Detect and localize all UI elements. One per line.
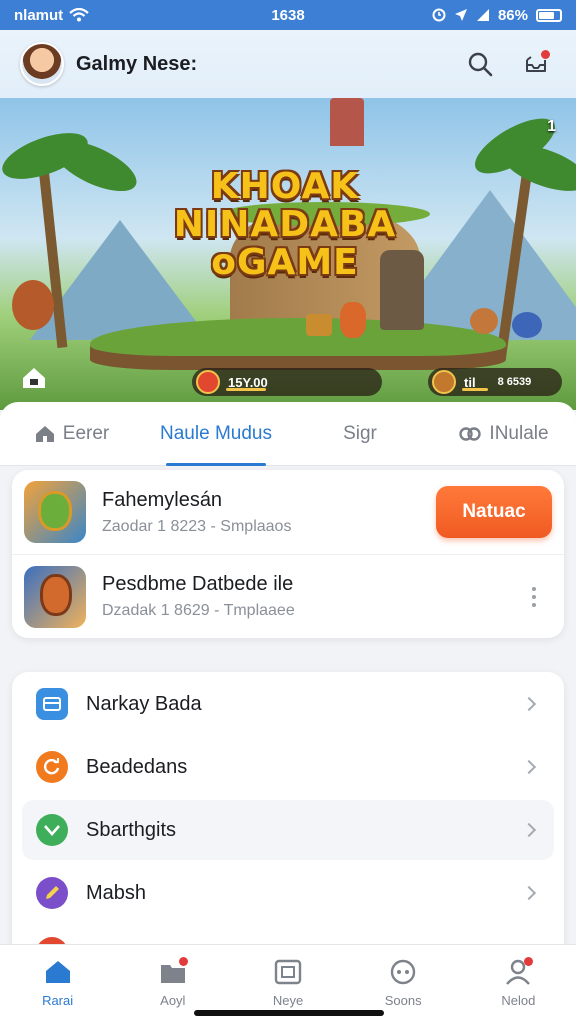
house-icon	[23, 368, 45, 388]
title-line: KHOAK	[210, 166, 360, 207]
nav-item-rarai[interactable]: Rarai	[0, 945, 115, 1024]
tab-label: INulale	[489, 422, 549, 444]
coin-badge-icon	[432, 370, 456, 394]
avatar[interactable]	[20, 42, 64, 86]
menu-label: Beadedans	[86, 755, 188, 778]
game-title: Fahemylesán	[102, 488, 223, 511]
notification-dot	[178, 957, 188, 966]
link-icon	[459, 426, 482, 441]
notification-dot	[541, 50, 550, 59]
wifi-icon	[69, 8, 89, 22]
chevron-right-icon	[521, 696, 537, 712]
menu-item-sbarthgits[interactable]: Sbarthgits	[22, 800, 554, 860]
alarm-icon	[432, 8, 446, 22]
banner-tag: 1	[547, 118, 556, 135]
menu-item-narkay-bada[interactable]: Narkay Bada	[22, 674, 554, 734]
image-icon	[273, 957, 303, 987]
nav-label: Rarai	[42, 993, 74, 1008]
nav-label: Soons	[384, 993, 422, 1008]
app-header: Galmy Nese:	[0, 30, 576, 98]
house-icon	[35, 425, 54, 442]
menu-label: Narkay Bada	[86, 692, 202, 715]
hud-value: 8 6539	[497, 376, 532, 388]
bottom-navigation: Rarai Aoyl Neye Soons Nelod	[0, 944, 576, 1024]
gamepad-icon	[388, 957, 418, 987]
tab-label: Naule Mudus	[160, 422, 272, 444]
chevron-right-icon	[521, 885, 537, 901]
hud-bar	[226, 388, 266, 391]
hud-coins: til 8 6539	[428, 368, 562, 396]
hero-banner[interactable]: KHOAK NINADABA oGAME 1 15Y.00 til 8 6539	[0, 98, 576, 410]
game-info: Fahemylesán Zaodar 1 8223 - Smplaaos	[102, 489, 436, 536]
game-title: Pesdbme Datbede ile	[102, 573, 294, 595]
menu-item-beadedans[interactable]: Beadedans	[22, 737, 554, 797]
title-line: oGAME	[211, 242, 359, 283]
island	[90, 318, 506, 370]
more-options-icon[interactable]	[522, 586, 546, 607]
tab-sigr[interactable]: Sigr	[288, 402, 432, 465]
nav-label: Aoyl	[160, 993, 186, 1008]
tab-bar: Eerer Naule Mudus Sigr INulale	[0, 402, 576, 466]
game-action-button[interactable]: Natuac	[436, 486, 552, 538]
menu-card: Narkay Bada Beadedans Sbarthgits Mabsh	[12, 672, 564, 962]
tab-eerer[interactable]: Eerer	[0, 402, 144, 465]
nav-label: Neye	[272, 993, 304, 1008]
carrier-info: nlamut	[14, 7, 432, 24]
status-bar: nlamut 1638 86%	[0, 0, 576, 30]
creature	[12, 280, 54, 330]
status-icons: 86%	[432, 7, 562, 24]
carrier-name: nlamut	[14, 6, 64, 24]
search-button[interactable]	[460, 44, 500, 84]
game-list-card: Fahemylesán Zaodar 1 8223 - Smplaaos Nat…	[12, 470, 564, 638]
heart-badge-icon	[196, 370, 220, 394]
refresh-icon	[36, 751, 68, 783]
game-row[interactable]: Fahemylesán Zaodar 1 8223 - Smplaaos Nat…	[12, 470, 564, 554]
hero-character	[340, 302, 366, 338]
battery-percent: 86%	[497, 6, 528, 24]
check-icon	[36, 814, 68, 846]
creature	[512, 312, 542, 338]
creature	[470, 308, 498, 334]
folder-icon	[158, 957, 188, 987]
signal-icon	[476, 9, 489, 21]
game-thumbnail	[24, 481, 86, 543]
location-icon	[454, 9, 467, 21]
profile-icon	[503, 957, 534, 987]
search-icon	[468, 52, 493, 77]
game-title-art: KHOAK NINADABA oGAME	[160, 168, 410, 282]
menu-label: Mabsh	[86, 881, 147, 904]
chevron-right-icon	[521, 822, 537, 838]
nav-label: Nelod	[501, 993, 536, 1008]
chest	[306, 314, 332, 336]
tab-label: Eerer	[62, 422, 110, 444]
game-subtitle: Zaodar 1 8223 - Smplaaos	[102, 517, 292, 535]
game-row[interactable]: Pesdbme Datbede ile Dzadak 1 8629 - Tmpl…	[12, 554, 564, 638]
card-icon	[36, 688, 68, 720]
temple-tower	[330, 98, 364, 146]
hud-bar	[462, 388, 488, 391]
tab-label: Sigr	[343, 422, 377, 444]
game-thumbnail	[24, 565, 86, 628]
tab-naule-mudus[interactable]: Naule Mudus	[144, 402, 288, 466]
menu-label: Sbarthgits	[86, 818, 177, 841]
hud-health: 15Y.00	[192, 368, 382, 396]
battery-icon	[536, 8, 562, 22]
game-info: Pesdbme Datbede ile Dzadak 1 8629 - Tmpl…	[102, 573, 522, 620]
game-subtitle: Dzadak 1 8629 - Tmplaaee	[102, 602, 295, 619]
chevron-right-icon	[521, 759, 537, 775]
user-name: Galmy Nese:	[76, 52, 198, 75]
menu-item-mabsh[interactable]: Mabsh	[22, 863, 554, 923]
tab-inulale[interactable]: INulale	[432, 402, 576, 465]
nav-item-nelod[interactable]: Nelod	[461, 945, 576, 1024]
notifications-button[interactable]	[516, 44, 556, 84]
home-indicator	[194, 1010, 384, 1016]
title-line: NINADABA	[173, 204, 397, 245]
mascot-art	[40, 573, 72, 616]
mascot-art	[38, 491, 72, 531]
pencil-icon	[36, 877, 68, 909]
home-icon	[43, 957, 73, 987]
banner-home-button[interactable]	[18, 362, 50, 394]
